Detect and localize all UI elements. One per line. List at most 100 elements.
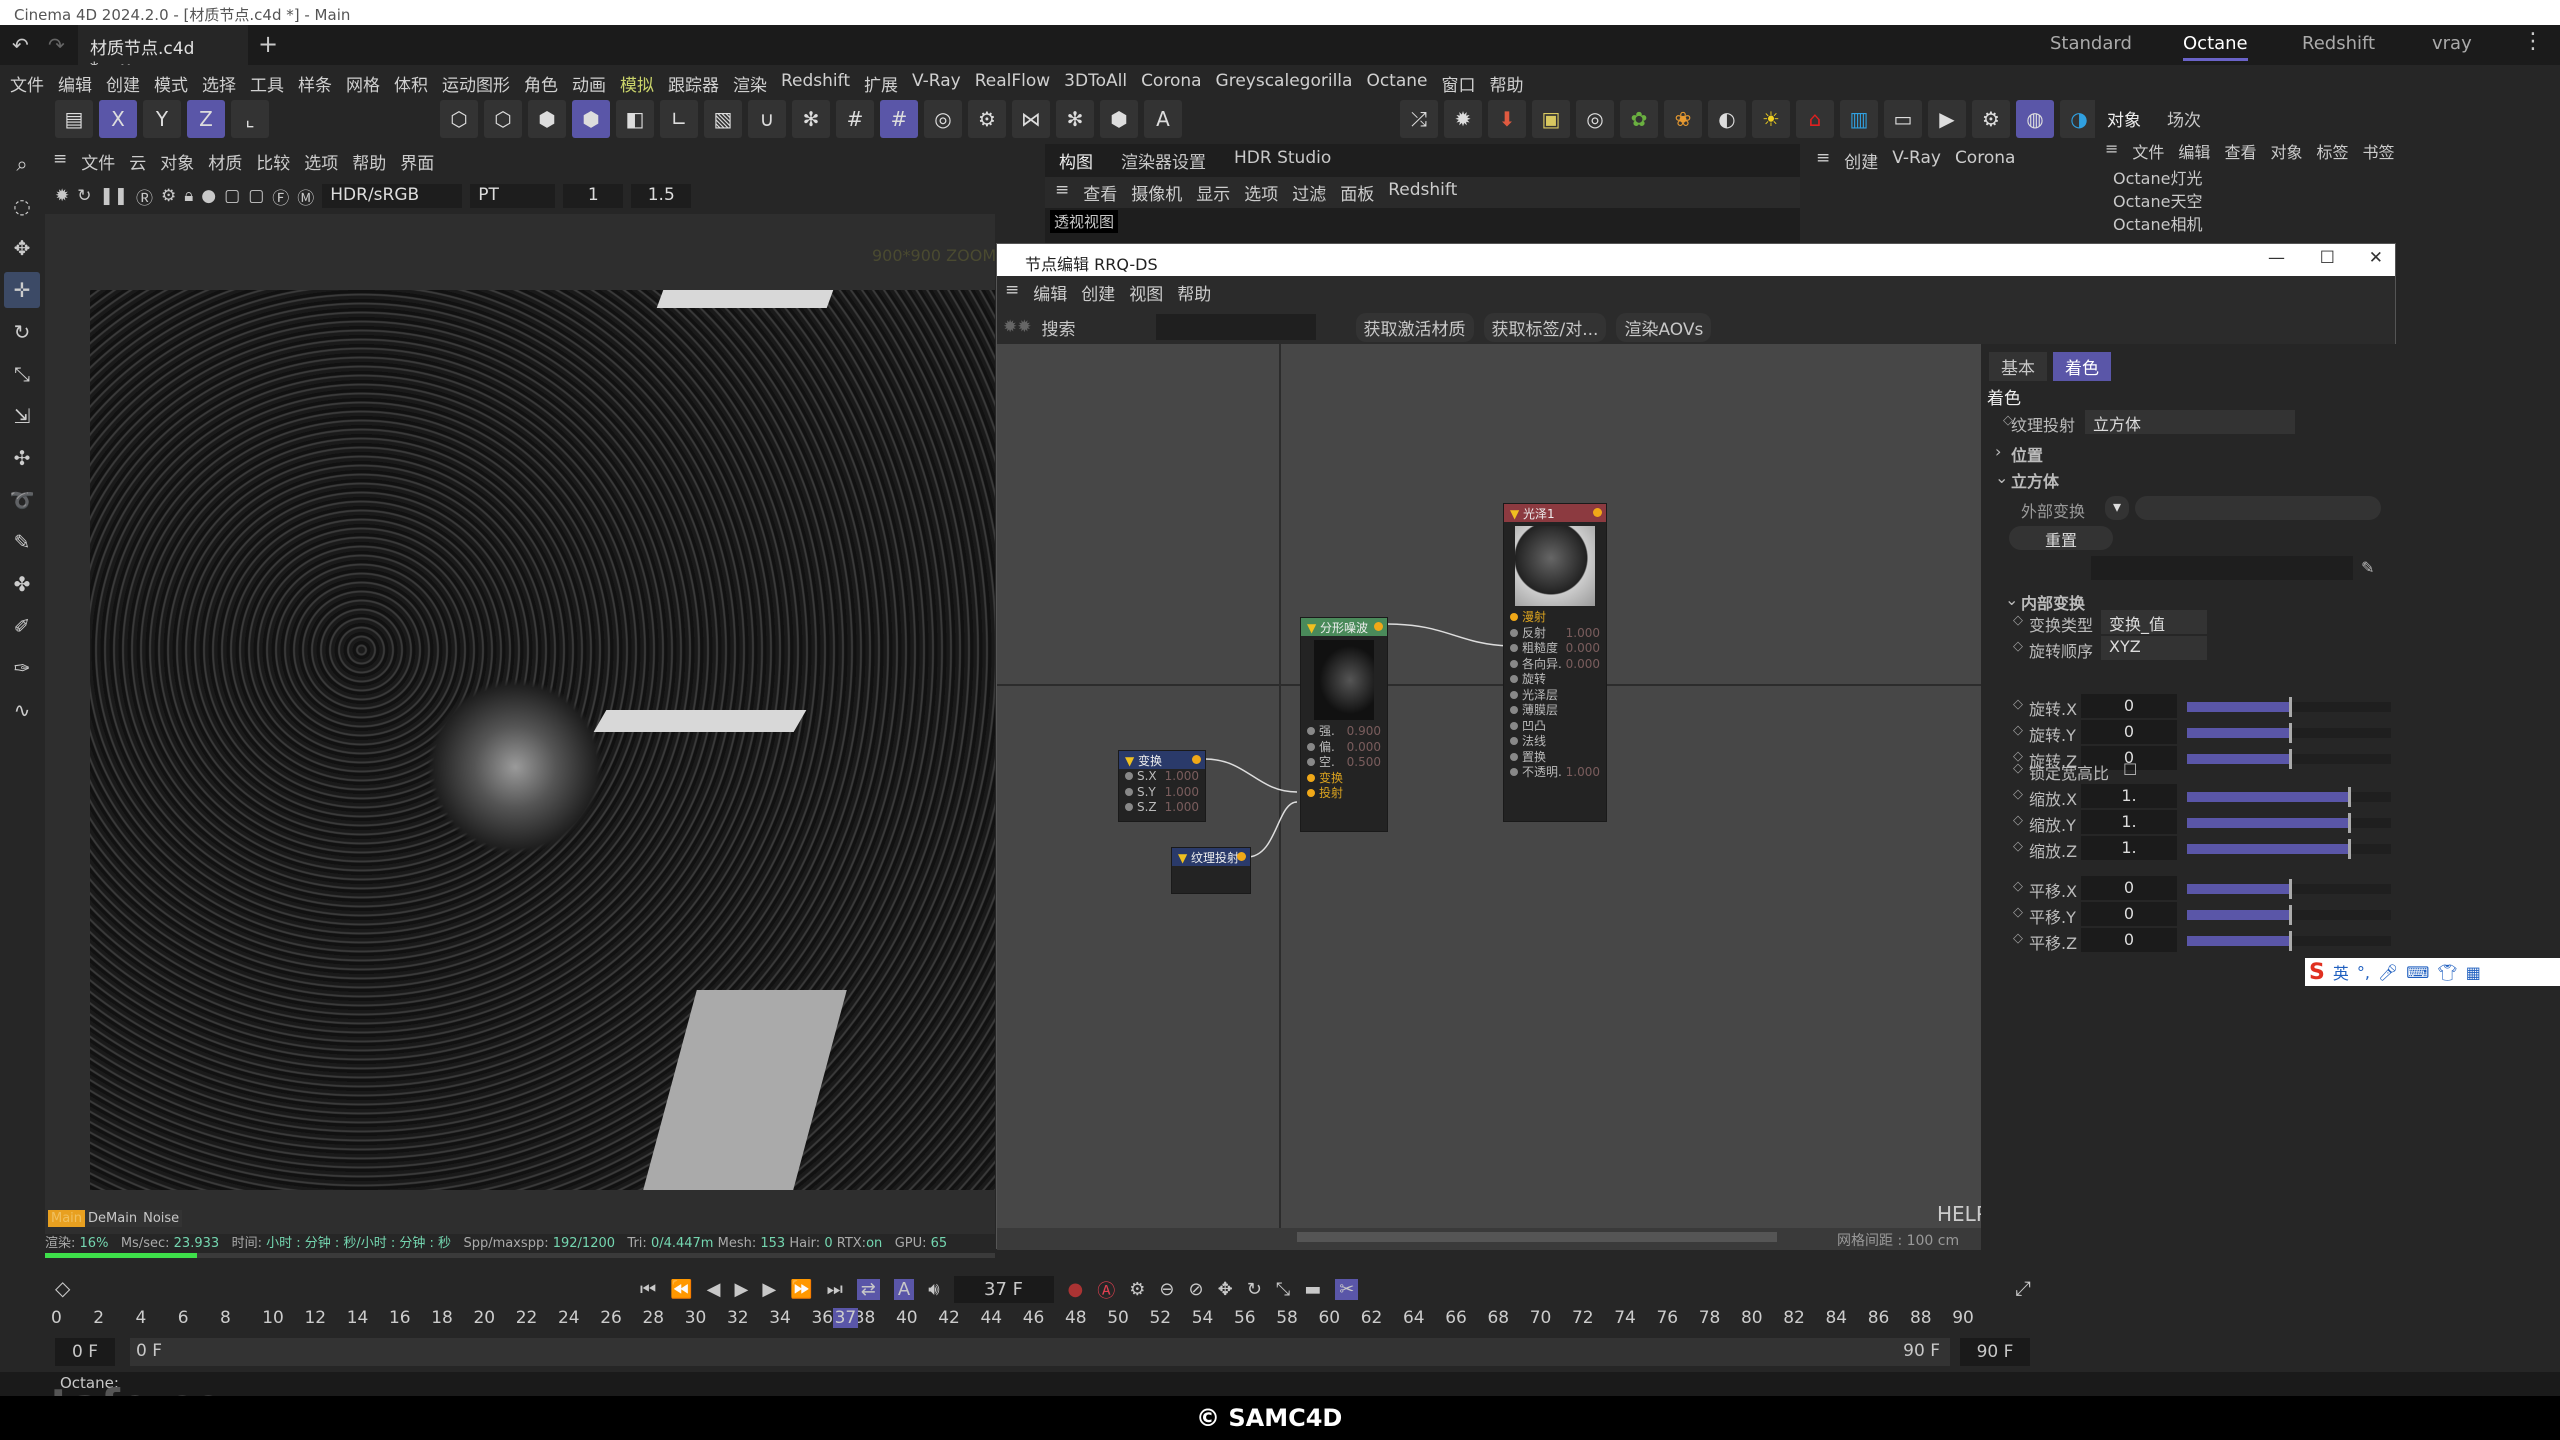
menu-item[interactable]: 创建 — [1081, 280, 1115, 305]
field-value[interactable]: 0 — [2081, 928, 2177, 952]
node-port[interactable]: 置换 — [1504, 750, 1606, 766]
menu-item[interactable]: 视图 — [1129, 280, 1163, 305]
close-button[interactable]: ✕ — [2369, 248, 2383, 268]
snap-settings-icon[interactable]: ✻ — [792, 100, 830, 138]
field-value[interactable]: 0 — [2081, 902, 2177, 926]
menu-item[interactable]: 样条 — [298, 71, 332, 96]
layout-tab-standard[interactable]: Standard — [2050, 33, 2132, 54]
node-port[interactable]: 变换 — [1301, 771, 1387, 787]
tab-takes[interactable]: 场次 — [2167, 106, 2201, 131]
collapse-icon[interactable]: ⌄ — [2005, 590, 2018, 609]
keyframe-icon[interactable]: ◇ — [2013, 839, 2023, 854]
hamburger-icon[interactable]: ≡ — [2105, 139, 2118, 163]
menu-item[interactable]: 创建 — [1844, 148, 1878, 173]
autokey-icon[interactable]: A — [1144, 100, 1182, 138]
menu-item[interactable]: 创建 — [106, 71, 140, 96]
slider-handle[interactable] — [2348, 839, 2352, 859]
external-transform-field[interactable] — [2135, 496, 2381, 520]
minimize-button[interactable]: — — [2268, 248, 2285, 268]
lock-x-icon[interactable]: X — [99, 100, 137, 138]
scale-icon[interactable]: ⤡ — [4, 356, 40, 392]
transform-type-select[interactable]: 变换_值 — [2101, 610, 2207, 634]
pass-noise[interactable]: Noise — [140, 1210, 183, 1227]
menu-item[interactable]: RealFlow — [975, 71, 1050, 92]
mic-icon[interactable]: 🎤︎ — [2378, 963, 2398, 982]
menu-item[interactable]: 查看 — [2224, 139, 2256, 163]
polygons-mode-icon[interactable]: ⬢ — [528, 100, 566, 138]
node-port[interactable]: 各向异. 0.000 — [1504, 657, 1606, 673]
field-slider[interactable] — [2187, 787, 2391, 807]
menu-item[interactable]: 渲染 — [733, 71, 767, 96]
shuffle-icon[interactable]: ⤮ — [1400, 100, 1438, 138]
object-name[interactable]: Octane相机 — [2113, 215, 2202, 234]
collapse-icon[interactable]: ▼ — [1307, 621, 1320, 635]
more-icon[interactable]: ⋮ — [2522, 29, 2544, 54]
menu-item[interactable]: 对象 — [2270, 139, 2302, 163]
copy-icon[interactable]: ▣ — [1532, 100, 1570, 138]
external-transform-dropdown[interactable]: ▾ — [2105, 496, 2129, 520]
port-dot[interactable] — [1125, 787, 1133, 796]
get-tag-button[interactable]: 获取标签/对... — [1483, 312, 1607, 342]
node-texture-projection[interactable]: ▼ 纹理投射 — [1172, 848, 1250, 893]
output-port[interactable] — [1374, 622, 1383, 631]
group-position[interactable]: 位置 — [2011, 442, 2043, 466]
menu-item[interactable]: 角色 — [524, 71, 558, 96]
menu-item[interactable]: 网格 — [346, 71, 380, 96]
port-dot[interactable] — [1307, 789, 1315, 797]
move-icon[interactable]: ✛ — [4, 272, 40, 308]
field-slider[interactable] — [2187, 697, 2391, 717]
menu-item[interactable]: 模拟 — [620, 71, 654, 96]
tree-icon[interactable]: ❀ — [1664, 100, 1702, 138]
tab-render-settings[interactable]: 渲染器设置 — [1121, 148, 1206, 173]
port-value[interactable]: 1.000 — [1566, 626, 1600, 642]
node-port[interactable]: 旋转 — [1504, 672, 1606, 688]
port-dot[interactable] — [1510, 613, 1518, 621]
field-value[interactable]: 0 — [2081, 720, 2177, 744]
drop-icon[interactable]: ⬇ — [1488, 100, 1526, 138]
projection-select[interactable]: 立方体 — [2085, 410, 2295, 434]
search-icon[interactable]: ⌕ — [4, 146, 40, 182]
menu-item[interactable]: 选择 — [202, 71, 236, 96]
field-value[interactable]: 0 — [2081, 876, 2177, 900]
keyframe-icon[interactable]: ◇ — [2013, 931, 2023, 946]
spotlight-icon[interactable]: ◐ — [1708, 100, 1746, 138]
timeline-playhead[interactable]: 37 — [832, 1308, 859, 1328]
menu-item[interactable]: 云 — [129, 149, 146, 174]
port-value[interactable]: 1.000 — [1165, 769, 1199, 785]
menu-item[interactable]: 帮助 — [352, 149, 386, 174]
edges-mode-icon[interactable]: ⬡ — [484, 100, 522, 138]
port-dot[interactable] — [1510, 768, 1518, 776]
menu-item[interactable]: 编辑 — [58, 71, 92, 96]
magnet-icon[interactable]: ∪ — [748, 100, 786, 138]
keyframe-icon[interactable]: ◇ — [2013, 723, 2023, 738]
port-dot[interactable] — [1510, 721, 1518, 730]
keyframe-icon[interactable]: ◇ — [2013, 787, 2023, 802]
sculpt-icon[interactable]: ✤ — [4, 566, 40, 602]
uv-mode-icon[interactable]: ◧ — [616, 100, 654, 138]
port-value[interactable]: 1.000 — [1566, 765, 1600, 781]
node-port[interactable]: 反射 1.000 — [1504, 626, 1606, 642]
port-dot[interactable] — [1510, 752, 1518, 761]
node-port[interactable]: 空. 0.500 — [1301, 755, 1387, 771]
tab-objects[interactable]: 对象 — [2107, 106, 2141, 131]
object-icon[interactable]: ▤ — [55, 100, 93, 138]
rotation-order-select[interactable]: XYZ — [2101, 636, 2207, 660]
menu-item[interactable]: 文件 — [2132, 139, 2164, 163]
box-icon[interactable]: ▢ — [224, 186, 240, 206]
skin-icon[interactable]: 👕︎ — [2437, 963, 2457, 982]
grid-icon[interactable]: # — [836, 100, 874, 138]
field-value[interactable]: 1. — [2081, 784, 2177, 808]
search-input[interactable] — [1155, 314, 1316, 340]
menu-item[interactable]: Redshift — [1388, 180, 1457, 205]
menu-item[interactable]: 过滤 — [1292, 180, 1326, 205]
port-dot[interactable] — [1307, 742, 1315, 751]
port-dot[interactable] — [1510, 644, 1518, 652]
octane-live-icon[interactable]: ◍ — [2016, 100, 2054, 138]
link-field[interactable] — [2091, 556, 2353, 580]
pause-icon[interactable]: ❚❚ — [100, 186, 129, 206]
port-dot[interactable] — [1125, 772, 1133, 780]
undo-icon[interactable]: ↶ — [12, 33, 29, 57]
lasso-icon[interactable]: ➰ — [4, 482, 40, 518]
material-icon[interactable]: Ⓜ — [297, 184, 314, 209]
transform-icon[interactable]: ⇲ — [4, 398, 40, 434]
